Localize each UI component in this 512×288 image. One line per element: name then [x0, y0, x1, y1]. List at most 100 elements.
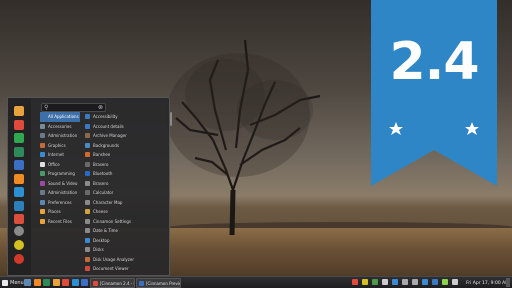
application-item[interactable]: Desktop: [85, 236, 169, 246]
category-label: Administration: [48, 190, 78, 196]
logout-icon[interactable]: [14, 240, 24, 250]
clock[interactable]: Fri Apr 17, 9:00 AM: [466, 278, 509, 288]
application-menu[interactable]: ⚲ ⊗ All Applications Accessories Administr…: [7, 97, 172, 288]
presentation-icon[interactable]: [14, 214, 24, 224]
application-label: Account details: [93, 123, 124, 129]
application-item[interactable]: Cheese: [85, 207, 169, 217]
shield-icon[interactable]: [372, 279, 378, 285]
chat-icon[interactable]: [392, 279, 398, 285]
application-item[interactable]: Calculator: [85, 188, 169, 198]
application-item[interactable]: Character Map: [85, 198, 169, 208]
power-icon[interactable]: [14, 254, 24, 264]
application-label: Disks: [93, 247, 104, 253]
category-item[interactable]: Administration: [40, 131, 80, 141]
application-item[interactable]: Brasero: [85, 179, 169, 189]
category-item[interactable]: Preferences: [40, 198, 80, 208]
chrome-tray-icon[interactable]: [352, 279, 358, 285]
menu-button[interactable]: Menu: [2, 278, 24, 288]
application-icon: [85, 180, 90, 186]
editor-window-icon: [139, 280, 144, 286]
desktop-icon[interactable]: [24, 279, 31, 286]
folder-icon[interactable]: [52, 279, 60, 286]
volume-icon[interactable]: [452, 279, 458, 285]
folder-icon[interactable]: [14, 106, 24, 116]
document-icon[interactable]: [14, 160, 24, 170]
menu-scrollbar[interactable]: [170, 112, 172, 126]
firefox-icon[interactable]: [14, 173, 24, 184]
application-label: Document Viewer: [93, 266, 129, 272]
chrome-icon[interactable]: [14, 119, 24, 130]
taskbar: Menu [Cinnamon 2.4 - Li... [Cinnamon Prev…: [0, 276, 512, 288]
taskbar-window-button[interactable]: [Cinnamon Preview] - ...: [136, 278, 181, 288]
application-item[interactable]: Archive Manager: [85, 131, 169, 141]
application-item[interactable]: Account details: [85, 122, 169, 132]
clear-icon[interactable]: ⊗: [98, 104, 103, 112]
chrome-icon[interactable]: [62, 279, 69, 286]
office-icon[interactable]: [81, 279, 88, 286]
application-label: Disk Usage Analyzer: [93, 256, 135, 262]
application-label: Backgrounds: [93, 142, 119, 148]
application-icon: [85, 247, 90, 253]
keyboard-icon[interactable]: [412, 279, 418, 285]
search-input[interactable]: ⚲ ⊗: [41, 103, 106, 112]
application-item[interactable]: Banshee: [85, 150, 169, 160]
spreadsheet-icon[interactable]: [14, 133, 24, 143]
bluetooth-icon[interactable]: [432, 279, 438, 285]
application-icon: [85, 142, 90, 148]
application-icon: [85, 266, 90, 272]
application-icon: [85, 114, 90, 120]
battery-icon[interactable]: [442, 279, 448, 285]
application-icon: [85, 218, 90, 224]
category-item[interactable]: Graphics: [40, 141, 80, 151]
category-label: Office: [48, 161, 60, 167]
category-list: All Applications Accessories Administratio…: [40, 112, 80, 226]
application-icon: [85, 161, 90, 167]
category-item[interactable]: Accessories: [40, 122, 80, 132]
category-item[interactable]: Sound & Video: [40, 179, 80, 189]
menu-icon: [2, 280, 8, 286]
application-item[interactable]: Bluetooth: [85, 169, 169, 179]
hexchat-icon[interactable]: [14, 200, 24, 211]
application-item[interactable]: Disks: [85, 245, 169, 255]
menu-button-label: Menu: [10, 280, 24, 286]
category-item[interactable]: Places: [40, 207, 80, 217]
category-item[interactable]: Office: [40, 160, 80, 170]
application-label: Accessibility: [93, 114, 118, 120]
application-label: Cinnamon Settings: [93, 218, 131, 224]
application-item[interactable]: Date & Time: [85, 226, 169, 236]
show-desktop-button[interactable]: [506, 278, 510, 287]
application-item[interactable]: Cinnamon Settings: [85, 217, 169, 227]
user-icon[interactable]: [422, 279, 428, 285]
version-number: 2.4: [389, 32, 479, 92]
application-item[interactable]: Brasero: [85, 160, 169, 170]
lock-icon[interactable]: [14, 226, 24, 236]
application-item[interactable]: Disk Usage Analyzer: [85, 255, 169, 265]
update-icon[interactable]: [362, 279, 368, 285]
category-label: Places: [48, 209, 61, 215]
category-label: Preferences: [48, 199, 72, 205]
category-item[interactable]: Administration: [40, 188, 80, 198]
category-item[interactable]: All Applications: [40, 112, 80, 122]
category-icon: [40, 218, 45, 224]
category-label: Programming: [48, 171, 75, 177]
application-icon: [85, 152, 90, 158]
category-item[interactable]: Internet: [40, 150, 80, 160]
category-label: Accessories: [48, 123, 72, 129]
category-label: Internet: [48, 152, 64, 158]
search-icon: ⚲: [44, 104, 49, 111]
window-title: [Cinnamon 2.4 - Li...: [100, 280, 134, 286]
category-item[interactable]: Recent Files: [40, 217, 80, 227]
category-item[interactable]: Programming: [40, 169, 80, 179]
terminal-icon[interactable]: [43, 279, 50, 286]
display-icon[interactable]: [402, 279, 408, 285]
terminal-icon[interactable]: [14, 146, 24, 157]
thunderbird-icon[interactable]: [14, 187, 24, 197]
network-icon[interactable]: [382, 279, 388, 285]
application-label: Banshee: [93, 152, 111, 158]
application-item[interactable]: Accessibility: [85, 112, 169, 122]
application-item[interactable]: Document Viewer: [85, 264, 169, 274]
mail-icon[interactable]: [71, 279, 79, 286]
firefox-icon[interactable]: [33, 279, 41, 286]
application-item[interactable]: Backgrounds: [85, 141, 169, 151]
taskbar-window-button[interactable]: [Cinnamon 2.4 - Li...: [90, 278, 135, 288]
